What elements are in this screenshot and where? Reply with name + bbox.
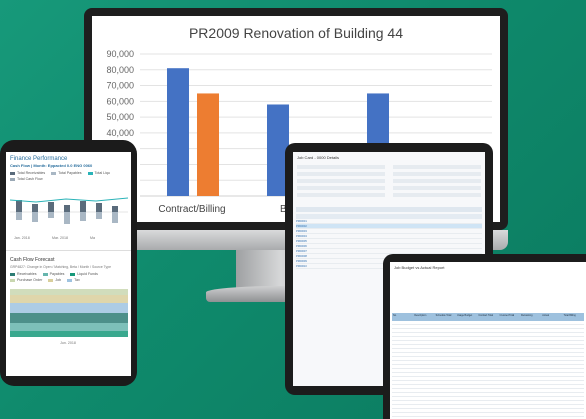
legend-swatch bbox=[70, 272, 76, 276]
area-band bbox=[10, 295, 128, 303]
finance-performance-title: Finance Performance bbox=[10, 156, 68, 162]
column-header[interactable]: Invoiced Total bbox=[499, 313, 520, 321]
budget-report-title: Job Budget vs Actual Report bbox=[394, 265, 445, 270]
column-header[interactable]: Schedule Total bbox=[435, 313, 456, 321]
tablet-budget-report-screen: Job Budget vs Actual Report No. Descripti… bbox=[390, 262, 586, 419]
column-header[interactable]: No. bbox=[392, 313, 413, 321]
y-tick-label: 50,000 bbox=[106, 112, 134, 122]
job-no-link[interactable]: PR00004 bbox=[296, 235, 307, 238]
payables-bar bbox=[80, 212, 86, 221]
cash-flow-chart: Jan. 2018 Mar. 2018 Ma bbox=[9, 197, 129, 240]
legend-swatch bbox=[10, 171, 15, 175]
y-tick-label: 70,000 bbox=[106, 81, 134, 91]
job-no-link[interactable]: PR00005 bbox=[296, 240, 307, 243]
forecast-area-chart: Jun. 2018 bbox=[10, 289, 128, 345]
y-tick-label: 80,000 bbox=[106, 65, 134, 75]
y-tick-label: 60,000 bbox=[106, 96, 134, 106]
x-tick-label: Mar. 2018 bbox=[52, 236, 68, 240]
receivables-bar bbox=[16, 200, 22, 212]
receivables-bar bbox=[80, 201, 86, 212]
legend-item: Total Receivables bbox=[10, 171, 45, 175]
job-no-link[interactable]: PR00003 bbox=[296, 230, 307, 233]
column-header[interactable]: Total Billing bbox=[563, 313, 584, 321]
payables-bar bbox=[96, 212, 102, 219]
x-tick-label: Ma bbox=[90, 236, 95, 240]
receivables-bar bbox=[48, 202, 54, 212]
area-band bbox=[10, 303, 128, 313]
payables-bar bbox=[32, 212, 38, 222]
column-header[interactable]: Remaining bbox=[520, 313, 541, 321]
forecast-legend: Receivables Payables Liquid Funds Purchase … bbox=[6, 269, 131, 285]
budget-report-table bbox=[392, 321, 584, 419]
legend-item: Liquid Funds bbox=[70, 272, 98, 276]
y-tick-label: 90,000 bbox=[106, 49, 134, 59]
legend-item: Receivables bbox=[10, 272, 37, 276]
job-no-link[interactable]: PR00006 bbox=[296, 245, 307, 248]
legend-item: Total Payables bbox=[51, 171, 82, 175]
job-card-toolbar[interactable] bbox=[296, 207, 482, 212]
y-tick-label: 40,000 bbox=[106, 128, 134, 138]
liquidity-line bbox=[9, 197, 129, 203]
cash-flow-forecast-title: Cash Flow Forecast bbox=[10, 257, 55, 263]
legend-swatch bbox=[10, 272, 15, 276]
column-header[interactable]: Actual bbox=[541, 313, 562, 321]
area-band bbox=[10, 289, 128, 295]
legend-swatch bbox=[67, 278, 73, 282]
job-no-link[interactable]: PR00010 bbox=[296, 265, 307, 268]
legend-swatch bbox=[10, 278, 15, 282]
budget-report-header: No. Description Schedule Total Usage Budget… bbox=[392, 313, 584, 321]
budget-report-filters bbox=[390, 273, 586, 313]
legend-item: Job bbox=[48, 278, 61, 282]
legend-swatch bbox=[87, 171, 93, 175]
cash-flow-legend: Total Receivables Total Payables Total Liq… bbox=[6, 168, 131, 184]
area-band bbox=[10, 323, 128, 331]
column-header[interactable]: Description bbox=[413, 313, 434, 321]
legend-swatch bbox=[42, 272, 48, 276]
payables-bar bbox=[16, 212, 22, 220]
job-no-link[interactable]: PR00001 bbox=[296, 220, 307, 223]
column-header[interactable]: Contract Total bbox=[477, 313, 498, 321]
job-no-link[interactable]: PR00007 bbox=[296, 250, 307, 253]
area-band bbox=[10, 331, 128, 337]
receivables-bar bbox=[112, 206, 118, 212]
receivables-bar bbox=[96, 203, 102, 212]
legend-item: Payables bbox=[42, 272, 64, 276]
receivables-bar bbox=[32, 204, 38, 212]
tablet-budget-report: Job Budget vs Actual Report No. Descripti… bbox=[383, 254, 586, 419]
payables-bar bbox=[48, 212, 54, 218]
job-no-link[interactable]: PR00009 bbox=[296, 260, 307, 263]
legend-item: Total Cash Flow bbox=[10, 177, 43, 181]
legend-item: Total Liqu bbox=[87, 171, 110, 175]
area-band bbox=[10, 313, 128, 323]
tablet-job-card-title: Job Card - 0000 Details bbox=[297, 155, 340, 160]
smartphone: Finance Performance Cash Flow | Month: E… bbox=[0, 140, 137, 386]
bar bbox=[197, 93, 219, 196]
legend-swatch bbox=[51, 171, 57, 175]
bar bbox=[167, 68, 189, 196]
payables-bar bbox=[64, 212, 70, 224]
x-tick-label: Jan. 2018 bbox=[14, 236, 30, 240]
payables-bar bbox=[112, 212, 118, 223]
job-no-link[interactable]: PR00008 bbox=[296, 255, 307, 258]
x-tick-label: Jun. 2018 bbox=[60, 341, 76, 345]
legend-swatch bbox=[48, 278, 54, 282]
job-no-link[interactable]: PR00002 bbox=[296, 225, 307, 228]
phone-screen: Finance Performance Cash Flow | Month: E… bbox=[6, 152, 131, 376]
job-card-fields bbox=[293, 163, 485, 199]
legend-item: Purchase Order bbox=[10, 278, 42, 282]
legend-item: Tax bbox=[67, 278, 80, 282]
legend-swatch bbox=[10, 177, 15, 181]
x-tick-label: Contract/Billing bbox=[158, 204, 225, 215]
receivables-bar bbox=[64, 205, 70, 212]
column-header[interactable]: Usage Budget bbox=[456, 313, 477, 321]
chart-title: PR2009 Renovation of Building 44 bbox=[189, 25, 403, 41]
